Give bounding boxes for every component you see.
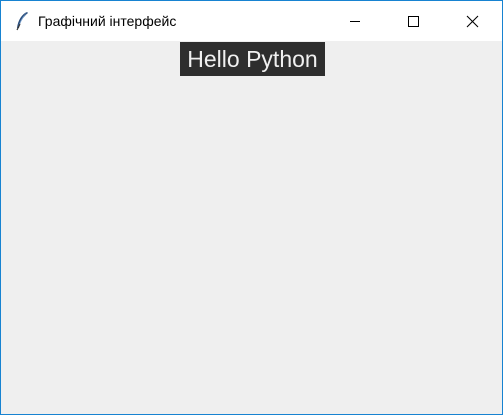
title-bar[interactable]: Графічний інтерфейс [1, 1, 502, 41]
maximize-icon [408, 16, 419, 27]
close-button[interactable] [444, 1, 502, 41]
feather-icon [13, 11, 31, 31]
close-icon [466, 15, 479, 28]
maximize-button[interactable] [385, 1, 443, 41]
window-title: Графічний інтерфейс [38, 13, 177, 29]
minimize-button[interactable] [327, 1, 385, 41]
window-client-area: Hello Python [1, 41, 502, 414]
app-window: Графічний інтерфейс Hello Python [0, 0, 503, 415]
minimize-icon [350, 21, 360, 22]
hello-label: Hello Python [180, 42, 325, 76]
